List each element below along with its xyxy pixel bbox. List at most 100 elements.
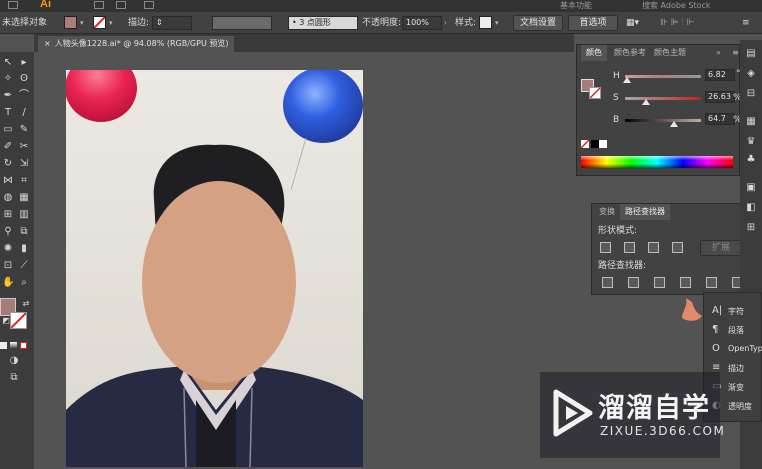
hue-slider[interactable] bbox=[622, 75, 701, 83]
hand-tool-icon[interactable]: ✋ bbox=[2, 277, 14, 289]
scale-tool-icon[interactable]: ⇲ bbox=[18, 158, 30, 170]
rotate-tool-icon[interactable]: ↻ bbox=[2, 158, 14, 170]
tab-transform[interactable]: 变换 bbox=[594, 204, 620, 220]
arrange-documents-icon[interactable]: ▦▾ bbox=[626, 16, 639, 30]
fill-dropdown-icon[interactable]: ▾ bbox=[80, 16, 84, 30]
none-mode-icon[interactable] bbox=[20, 342, 27, 349]
stock-icon[interactable] bbox=[116, 1, 126, 9]
outline-icon[interactable] bbox=[706, 277, 717, 288]
exclude-icon[interactable] bbox=[672, 242, 683, 253]
minus-front-icon[interactable] bbox=[624, 242, 635, 253]
screen-mode-icon[interactable]: ⧉ bbox=[8, 372, 20, 384]
direct-selection-tool-icon[interactable]: ▸ bbox=[18, 57, 30, 69]
saturation-slider[interactable] bbox=[625, 97, 701, 105]
default-colors-icon[interactable]: ◩ bbox=[0, 315, 12, 327]
symbols-icon[interactable]: ♣ bbox=[745, 154, 757, 166]
preferences-button[interactable]: 首选项 bbox=[568, 15, 618, 31]
blend-tool-icon[interactable]: ⧉ bbox=[18, 226, 30, 238]
document-tab[interactable]: × 人物头像1228.ai* @ 94.08% (RGB/GPU 预览) bbox=[38, 36, 235, 52]
color-mode-icon[interactable] bbox=[0, 342, 7, 349]
bridge-icon[interactable] bbox=[94, 1, 104, 9]
fill-swatch[interactable] bbox=[64, 16, 77, 29]
black-color-icon[interactable] bbox=[591, 140, 599, 148]
shaper-tool-icon[interactable]: ✐ bbox=[2, 141, 14, 153]
swatches-icon[interactable]: ▦ bbox=[745, 116, 757, 128]
type-tool-icon[interactable]: T bbox=[2, 107, 14, 119]
properties-icon[interactable]: ▤ bbox=[745, 48, 757, 60]
brightness-slider[interactable] bbox=[625, 119, 701, 127]
brightness-thumb[interactable] bbox=[670, 121, 679, 127]
style-swatch[interactable] bbox=[479, 16, 492, 29]
stroke-weight-field[interactable]: ⇕ bbox=[152, 16, 192, 30]
merge-icon[interactable] bbox=[654, 277, 665, 288]
panel-menu-icon[interactable]: ≡ bbox=[742, 16, 750, 30]
zoom-tool-icon[interactable]: ⌕ bbox=[18, 277, 30, 289]
brightness-field[interactable]: 64.7 bbox=[705, 113, 735, 125]
document-setup-button[interactable]: 文档设置 bbox=[513, 15, 563, 31]
layers-icon[interactable]: ◈ bbox=[745, 68, 757, 80]
expand-button[interactable]: 扩展 bbox=[700, 240, 742, 256]
style-dropdown-icon[interactable]: ▾ bbox=[495, 16, 499, 30]
crop-icon[interactable] bbox=[680, 277, 691, 288]
opacity-field[interactable]: 100% bbox=[402, 16, 442, 30]
panel-collapse-icon[interactable]: » bbox=[711, 45, 726, 61]
tab-pathfinder[interactable]: 路径查找器 bbox=[620, 204, 670, 220]
mesh-tool-icon[interactable]: ⊞ bbox=[2, 209, 14, 221]
scissors-icon[interactable]: ✂ bbox=[18, 141, 30, 153]
swap-colors-icon[interactable]: ⇄ bbox=[20, 298, 32, 310]
menu-icon[interactable] bbox=[8, 1, 18, 9]
rectangle-tool-icon[interactable]: ▭ bbox=[2, 124, 14, 136]
gradient-tool-icon[interactable]: ▥ bbox=[18, 209, 30, 221]
menu-item-paragraph[interactable]: ¶ 段落 bbox=[704, 322, 762, 338]
stroke-none-swatch[interactable] bbox=[589, 87, 601, 99]
divide-icon[interactable] bbox=[602, 277, 613, 288]
magic-wand-icon[interactable]: ✧ bbox=[2, 73, 14, 85]
slice-tool-icon[interactable]: ⟋ bbox=[18, 260, 30, 272]
pen-tool-icon[interactable]: ✒ bbox=[2, 90, 14, 102]
line-tool-icon[interactable]: / bbox=[18, 107, 30, 119]
shape-builder-icon[interactable]: ◍ bbox=[2, 192, 14, 204]
appearance-icon[interactable]: ◧ bbox=[745, 202, 757, 214]
libraries-icon[interactable]: ⊟ bbox=[745, 88, 757, 100]
symbol-sprayer-icon[interactable]: ✺ bbox=[2, 243, 14, 255]
saturation-thumb[interactable] bbox=[641, 99, 650, 105]
brushes-icon[interactable]: ♛ bbox=[745, 136, 757, 148]
align-icons[interactable]: ⊪ ⊫ ⫶ ⊩ bbox=[660, 16, 694, 30]
paintbrush-icon[interactable]: ✎ bbox=[18, 124, 30, 136]
stroke-dropdown-icon[interactable]: ▾ bbox=[109, 16, 113, 30]
align-icon[interactable]: ⊞ bbox=[745, 222, 757, 234]
menu-item-character[interactable]: A| 字符 bbox=[704, 303, 762, 319]
tab-color[interactable]: 颜色 bbox=[581, 45, 607, 61]
grid-icon[interactable] bbox=[144, 1, 154, 9]
curvature-tool-icon[interactable]: ⌒ bbox=[18, 90, 30, 102]
graphic-styles-icon[interactable]: ▣ bbox=[745, 182, 757, 194]
draw-mode-icon[interactable]: ◑ bbox=[8, 355, 20, 367]
stroke-swatch[interactable] bbox=[93, 16, 106, 29]
opacity-dropdown-icon[interactable]: › bbox=[444, 16, 447, 30]
graph-tool-icon[interactable]: ▮ bbox=[18, 243, 30, 255]
nose-shape[interactable] bbox=[680, 296, 704, 324]
lasso-icon[interactable]: ʘ bbox=[18, 73, 30, 85]
artboard-photo[interactable] bbox=[66, 70, 363, 467]
none-color-icon[interactable] bbox=[581, 140, 589, 148]
selection-tool-icon[interactable]: ↖ bbox=[2, 57, 14, 69]
free-transform-icon[interactable]: ⌗ bbox=[18, 175, 30, 187]
workspace-switcher[interactable]: 基本功能 bbox=[560, 0, 592, 11]
white-color-icon[interactable] bbox=[599, 140, 607, 148]
perspective-grid-icon[interactable]: ▦ bbox=[18, 192, 30, 204]
hue-field[interactable]: 6.82 bbox=[705, 69, 735, 81]
color-spectrum[interactable] bbox=[581, 156, 733, 168]
brush-definition[interactable]: • 3 点圆形 bbox=[288, 16, 358, 30]
saturation-field[interactable]: 26.63 bbox=[705, 91, 735, 103]
menu-item-opentype[interactable]: O OpenType bbox=[704, 341, 762, 357]
unite-icon[interactable] bbox=[600, 242, 611, 253]
stroke-color-icon[interactable] bbox=[10, 312, 27, 329]
artboard-tool-icon[interactable]: ⊡ bbox=[2, 260, 14, 272]
intersect-icon[interactable] bbox=[648, 242, 659, 253]
stock-search-input[interactable]: 搜索 Adobe Stock bbox=[642, 0, 711, 11]
trim-icon[interactable] bbox=[628, 277, 639, 288]
tab-color-themes[interactable]: 颜色主题 bbox=[649, 45, 691, 61]
gradient-mode-icon[interactable] bbox=[10, 342, 17, 349]
tab-color-guide[interactable]: 颜色参考 bbox=[609, 45, 651, 61]
close-icon[interactable]: × bbox=[44, 39, 51, 48]
